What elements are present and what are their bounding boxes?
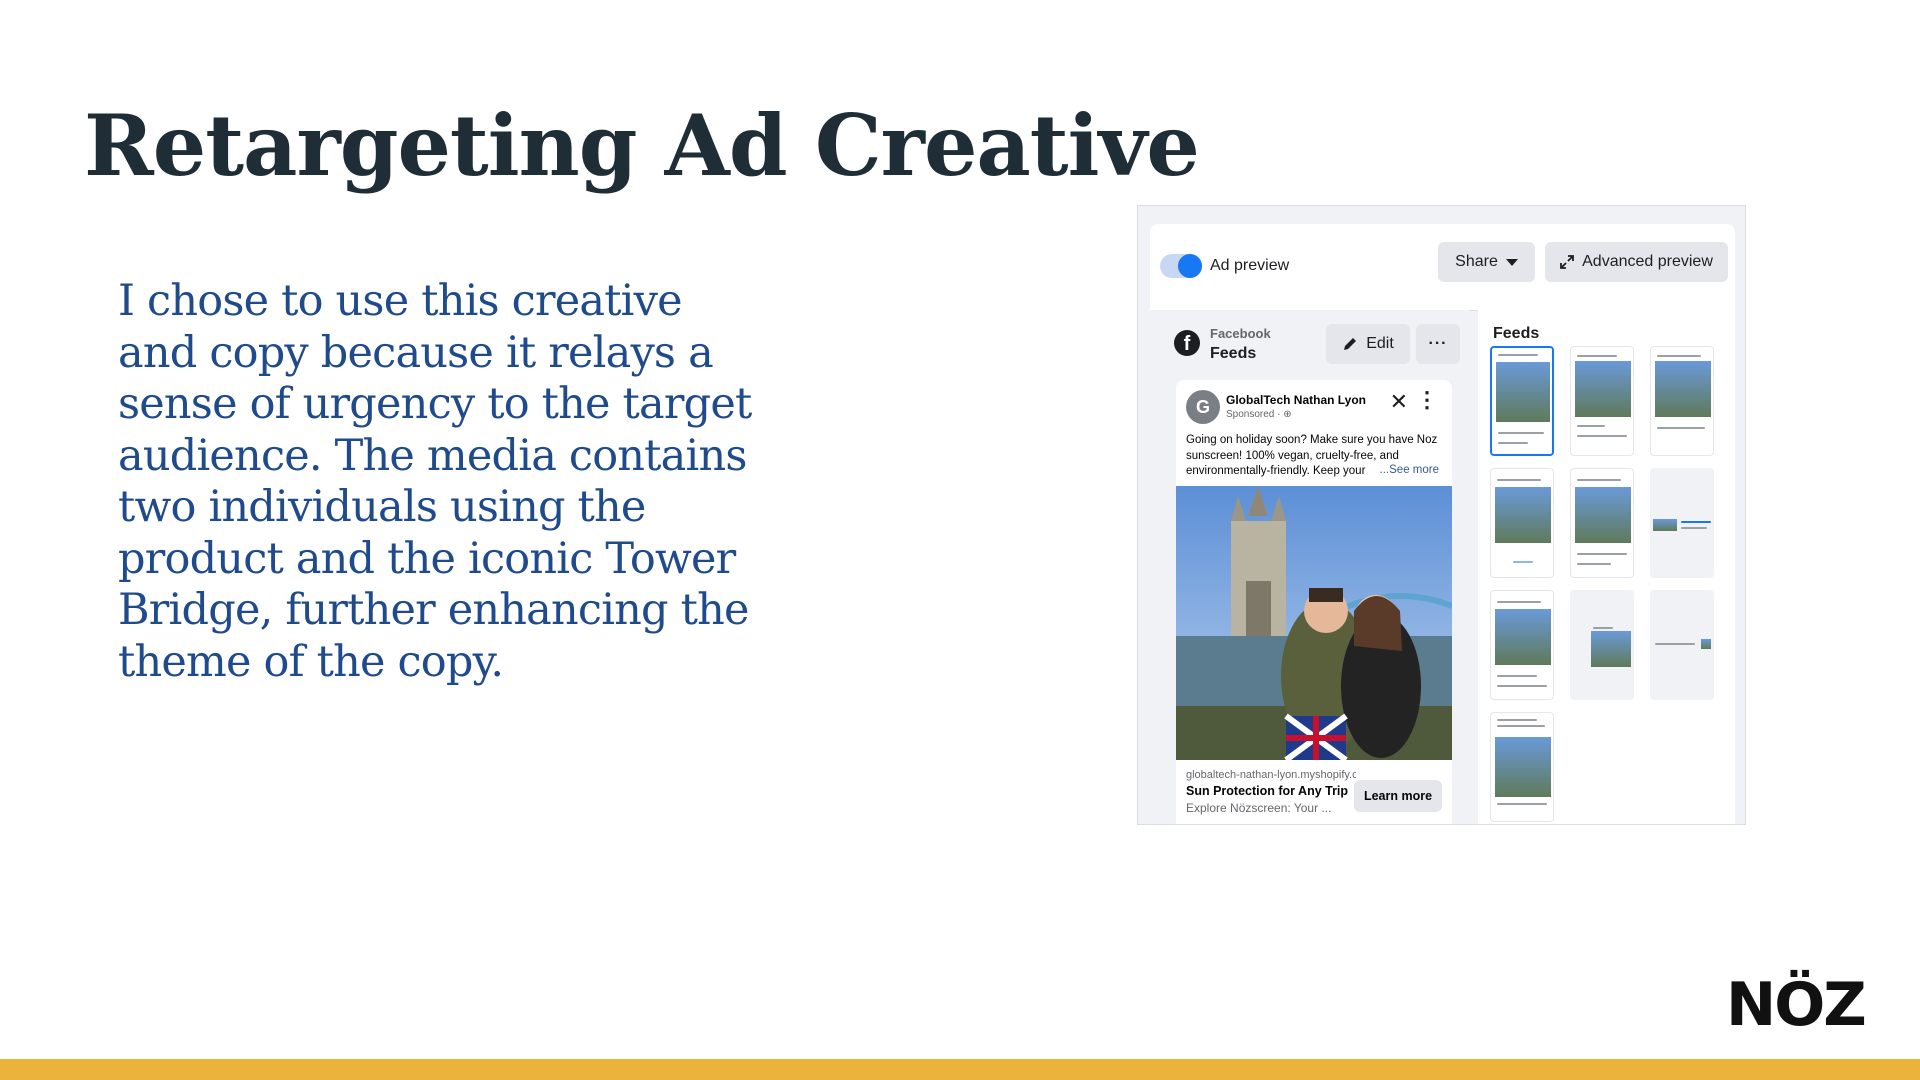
- accent-bar: [0, 1059, 1920, 1080]
- slide-title: Retargeting Ad Creative: [84, 96, 1200, 195]
- placement-thumbnail[interactable]: [1490, 346, 1554, 456]
- toggle-knob: [1178, 254, 1202, 278]
- page-avatar: G: [1186, 390, 1220, 424]
- kebab-icon[interactable]: ⋮: [1416, 389, 1438, 411]
- pencil-icon: [1344, 338, 1357, 350]
- placements-list: Feeds: [1478, 310, 1735, 824]
- ad-media-image: [1176, 486, 1452, 760]
- link-title[interactable]: Sun Protection for Any Trip: [1186, 784, 1348, 798]
- share-button[interactable]: Share: [1438, 242, 1535, 282]
- edit-button[interactable]: Edit: [1326, 324, 1410, 364]
- share-label: Share: [1455, 253, 1498, 270]
- placement-thumbnail[interactable]: [1490, 468, 1554, 578]
- sponsored-text: Sponsored ·: [1226, 409, 1284, 420]
- close-icon[interactable]: ✕: [1390, 389, 1408, 415]
- placement-thumbnail[interactable]: [1650, 590, 1714, 700]
- expand-icon: [1560, 255, 1575, 269]
- placement-thumbnail[interactable]: [1570, 590, 1634, 700]
- more-options-button[interactable]: ···: [1416, 324, 1460, 364]
- facebook-icon: f: [1174, 330, 1200, 356]
- globe-icon: ⊕: [1283, 409, 1292, 420]
- link-description: Explore Nözscreen: Your ...: [1186, 801, 1332, 815]
- noz-logo: NÖZ: [1726, 970, 1867, 1040]
- advanced-preview-label: Advanced preview: [1582, 253, 1713, 270]
- page-name[interactable]: GlobalTech Nathan Lyon: [1226, 393, 1366, 407]
- ad-preview-toggle[interactable]: [1160, 254, 1202, 278]
- placement-thumbnail[interactable]: [1490, 712, 1554, 822]
- placement-preview: f Facebook Feeds Edit ··· G GlobalTech N…: [1150, 310, 1470, 824]
- placement-thumbnail[interactable]: [1570, 346, 1634, 456]
- ad-post-preview: G GlobalTech Nathan Lyon Sponsored · ⊕ ✕…: [1176, 380, 1452, 824]
- placement-label: Feeds: [1210, 345, 1257, 362]
- sponsored-label: Sponsored · ⊕: [1226, 409, 1292, 420]
- slide-body-text: I chose to use this creative and copy be…: [118, 276, 752, 687]
- advanced-preview-button[interactable]: Advanced preview: [1545, 242, 1728, 282]
- ad-preview-label: Ad preview: [1210, 257, 1290, 274]
- platform-label: Facebook: [1210, 326, 1271, 341]
- feeds-heading: Feeds: [1493, 325, 1540, 342]
- placement-thumbnail[interactable]: [1490, 590, 1554, 700]
- edit-label: Edit: [1366, 335, 1394, 352]
- placement-thumbnail[interactable]: [1570, 468, 1634, 578]
- placement-thumbnail[interactable]: [1650, 468, 1714, 578]
- ad-preview-panel: Ad preview Share Advanced preview f Face…: [1137, 205, 1746, 825]
- see-more-link[interactable]: ...See more: [1376, 464, 1439, 476]
- link-url[interactable]: globaltech-nathan-lyon.myshopify.com: [1186, 769, 1356, 781]
- learn-more-button[interactable]: Learn more: [1354, 780, 1442, 812]
- caret-down-icon: [1505, 258, 1518, 266]
- preview-toolbar: Ad preview Share Advanced preview: [1150, 224, 1735, 311]
- placement-thumbnail[interactable]: [1650, 346, 1714, 456]
